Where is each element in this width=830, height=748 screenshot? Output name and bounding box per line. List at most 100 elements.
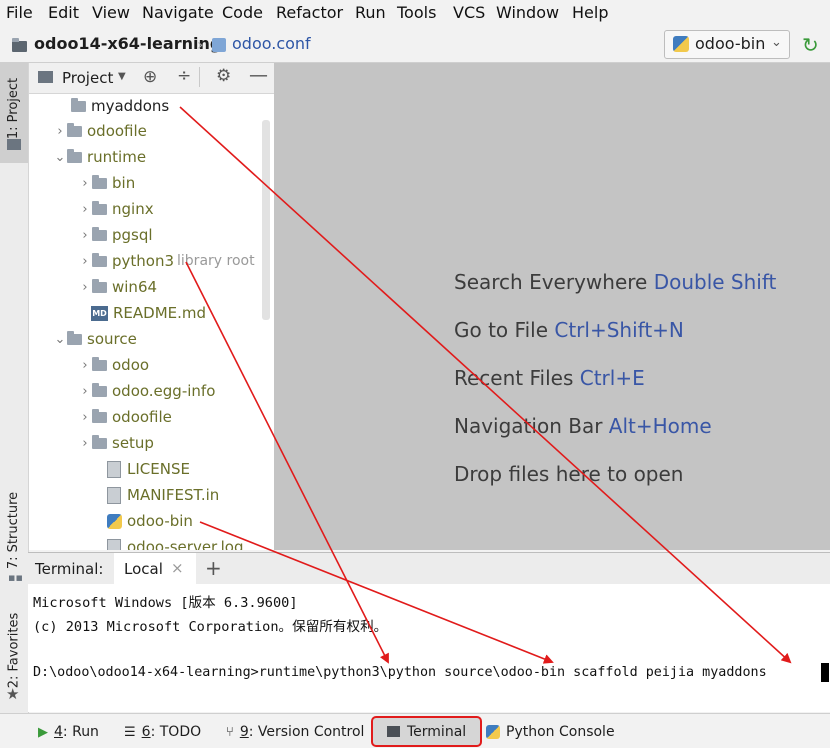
hint-go-to-file: Go to File Ctrl+Shift+N bbox=[454, 318, 684, 342]
tree-item-nginx[interactable]: › nginx bbox=[78, 196, 154, 222]
project-scrollbar[interactable] bbox=[262, 120, 270, 320]
hint-shortcut: Double Shift bbox=[653, 270, 777, 294]
menu-refactor[interactable]: Refactor bbox=[276, 3, 343, 23]
version-control-icon: ⑂ bbox=[226, 724, 234, 740]
hint-search-everywhere: Search Everywhere Double Shift bbox=[454, 270, 776, 294]
expand-arrow-icon[interactable]: › bbox=[78, 384, 92, 399]
menu-file[interactable]: File bbox=[6, 3, 33, 23]
menu-edit[interactable]: Edit bbox=[48, 3, 79, 23]
project-view-dropdown[interactable]: Project bbox=[62, 69, 113, 87]
terminal-cursor bbox=[821, 663, 829, 682]
terminal-header: Terminal: Local × + bbox=[28, 552, 830, 586]
tree-item-label: setup bbox=[112, 434, 154, 452]
terminal-line: Microsoft Windows [版本 6.3.9600] bbox=[33, 595, 298, 611]
breadcrumb-project[interactable]: odoo14-x64-learning bbox=[34, 34, 221, 54]
tree-item-setup[interactable]: › setup bbox=[78, 430, 154, 456]
tree-item-win64[interactable]: › win64 bbox=[78, 274, 157, 300]
menu-view[interactable]: View bbox=[92, 3, 130, 23]
tree-item-python3[interactable]: › python3 library root bbox=[78, 248, 255, 274]
expand-arrow-icon[interactable]: › bbox=[78, 280, 92, 295]
tree-item-manifest[interactable]: MANIFEST.in bbox=[107, 482, 219, 508]
menu-navigate[interactable]: Navigate bbox=[142, 3, 214, 23]
expand-arrow-icon[interactable]: › bbox=[78, 436, 92, 451]
expand-arrow-icon[interactable]: › bbox=[78, 176, 92, 191]
expand-arrow-icon[interactable]: › bbox=[78, 358, 92, 373]
menu-window[interactable]: Window bbox=[496, 3, 559, 23]
tree-item-source[interactable]: ⌄ source bbox=[53, 326, 137, 352]
folder-icon bbox=[92, 200, 107, 215]
hint-text: Go to File bbox=[454, 318, 548, 342]
add-tab-icon[interactable]: + bbox=[205, 556, 222, 580]
hint-shortcut: Alt+Home bbox=[608, 414, 712, 438]
hint-shortcut: Ctrl+E bbox=[579, 366, 645, 390]
tree-item-pgsql[interactable]: › pgsql bbox=[78, 222, 152, 248]
tree-item-odoo-egg-info[interactable]: › odoo.egg-info bbox=[78, 378, 215, 404]
gear-icon[interactable]: ⚙ bbox=[216, 66, 231, 86]
run-tab[interactable]: ▶ 4: Run bbox=[38, 724, 99, 740]
tree-item-source-odoofile[interactable]: › odoofile bbox=[78, 404, 172, 430]
config-file-icon bbox=[212, 38, 226, 52]
run-config-selector[interactable]: odoo-bin ⌄ bbox=[664, 30, 790, 59]
tree-item-label: README.md bbox=[113, 304, 207, 322]
tree-item-readme[interactable]: MD README.md bbox=[91, 300, 206, 326]
locate-icon[interactable]: ⊕ bbox=[143, 67, 157, 87]
minimize-icon[interactable]: — bbox=[249, 64, 268, 86]
tree-item-runtime[interactable]: ⌄ runtime bbox=[53, 144, 147, 170]
hint-recent-files: Recent Files Ctrl+E bbox=[454, 366, 645, 390]
folder-icon bbox=[92, 252, 107, 267]
menu-tools[interactable]: Tools bbox=[397, 3, 436, 23]
tree-item-odoofile[interactable]: › odoofile bbox=[53, 118, 147, 144]
tree-item-odoo[interactable]: › odoo bbox=[78, 352, 149, 378]
refresh-icon[interactable]: ↻ bbox=[802, 33, 819, 57]
tree-item-label: myaddons bbox=[91, 97, 170, 115]
terminal-body[interactable]: Microsoft Windows [版本 6.3.9600] (c) 2013… bbox=[28, 584, 830, 712]
collapse-arrow-icon[interactable]: ⌄ bbox=[53, 332, 67, 347]
expand-arrow-icon[interactable]: › bbox=[78, 254, 92, 269]
tree-item-odoo-server-log[interactable]: odoo-server.log bbox=[107, 534, 243, 550]
folder-icon bbox=[92, 174, 107, 189]
tree-item-license[interactable]: LICENSE bbox=[107, 456, 190, 482]
expand-arrow-icon[interactable]: › bbox=[78, 228, 92, 243]
version-control-tab[interactable]: ⑂ 9: Version Control bbox=[226, 724, 364, 740]
python-console-icon bbox=[486, 725, 500, 739]
menu-help[interactable]: Help bbox=[572, 3, 608, 23]
collapse-all-icon[interactable]: ÷ bbox=[177, 66, 191, 86]
terminal-tool-tab[interactable]: Terminal bbox=[371, 716, 483, 747]
hint-text: Search Everywhere bbox=[454, 270, 648, 294]
project-folder-icon bbox=[12, 37, 32, 56]
folder-icon bbox=[92, 408, 107, 423]
breadcrumb-file[interactable]: odoo.conf bbox=[232, 34, 311, 54]
project-tab-label[interactable]: 1: Project bbox=[7, 77, 22, 138]
structure-tab-label-wrap: 7: Structure bbox=[2, 492, 26, 569]
breadcrumb-separator-icon: › bbox=[197, 35, 204, 54]
tree-item-label: odoofile bbox=[87, 122, 147, 140]
text-file-icon bbox=[107, 538, 121, 550]
tree-item-odoo-bin[interactable]: odoo-bin bbox=[107, 508, 193, 534]
vcs-tab-label: : Version Control bbox=[248, 724, 365, 740]
tree-item-bin[interactable]: › bin bbox=[78, 170, 135, 196]
chevron-down-icon: ⌄ bbox=[771, 35, 782, 50]
todo-tab[interactable]: ☰ 6: TODO bbox=[124, 724, 201, 740]
expand-arrow-icon[interactable]: › bbox=[78, 410, 92, 425]
structure-tab-label[interactable]: 7: Structure bbox=[7, 492, 22, 569]
expand-arrow-icon[interactable]: › bbox=[53, 124, 67, 139]
folder-icon bbox=[67, 148, 82, 163]
menu-run[interactable]: Run bbox=[355, 3, 386, 23]
python-console-tab[interactable]: Python Console bbox=[486, 724, 615, 740]
python-file-icon bbox=[107, 513, 122, 529]
dropdown-arrow-icon[interactable]: ▼ bbox=[118, 71, 126, 82]
expand-arrow-icon[interactable]: › bbox=[78, 202, 92, 217]
menu-vcs[interactable]: VCS bbox=[453, 3, 485, 23]
favorites-tab-label-wrap: 2: Favorites bbox=[2, 613, 26, 689]
folder-icon bbox=[67, 122, 82, 137]
tree-item-label: nginx bbox=[112, 200, 154, 218]
tree-item-myaddons[interactable]: myaddons bbox=[57, 93, 169, 119]
close-icon[interactable]: × bbox=[171, 559, 184, 577]
terminal-tab-local[interactable]: Local × bbox=[114, 553, 196, 586]
favorites-tab-label[interactable]: 2: Favorites bbox=[7, 613, 22, 689]
menu-code[interactable]: Code bbox=[222, 3, 263, 23]
library-root-note: library root bbox=[177, 253, 255, 269]
tree-item-label: odoo-bin bbox=[127, 512, 193, 530]
terminal-line: (c) 2013 Microsoft Corporation。保留所有权利。 bbox=[33, 619, 388, 635]
collapse-arrow-icon[interactable]: ⌄ bbox=[53, 150, 67, 165]
